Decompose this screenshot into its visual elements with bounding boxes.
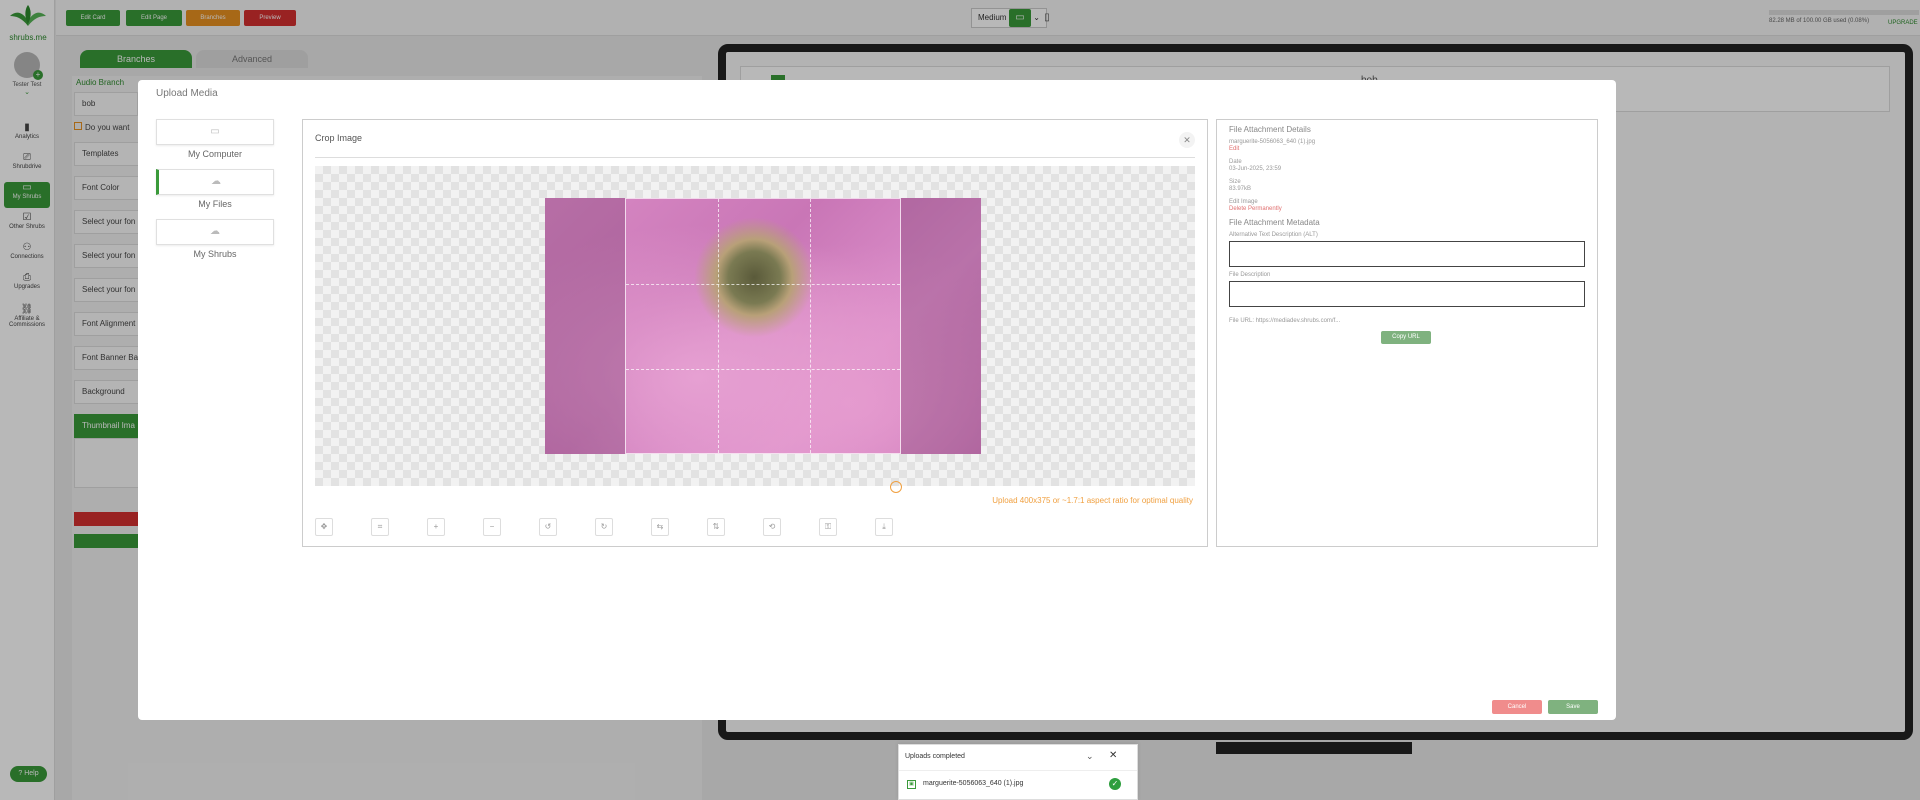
crop-shade-left [545, 198, 625, 454]
cancel-button[interactable]: Cancel [1492, 700, 1542, 714]
copy-url-button[interactable]: Copy URL [1381, 331, 1431, 344]
crop-guide-v2 [810, 199, 811, 453]
edit-link[interactable]: Edit [1229, 146, 1239, 152]
source-my-computer[interactable]: ▭ My Computer [156, 119, 274, 159]
cloud-icon: ☁ [156, 219, 274, 245]
source-label: My Computer [187, 149, 242, 159]
alt-text-field[interactable] [1229, 241, 1585, 267]
image-file-icon: ▣ [907, 780, 916, 789]
toast-header: Uploads completed ⌄ ✕ [899, 745, 1137, 771]
cloud-upload-icon: ☁ [156, 169, 274, 195]
crop-guide-h1 [626, 284, 900, 285]
crop-guide-h2 [626, 369, 900, 370]
crop-selection-box[interactable] [625, 198, 901, 454]
source-my-files[interactable]: ☁ My Files [156, 169, 274, 209]
delete-permanently-link[interactable]: Delete Permanently [1229, 206, 1282, 212]
toast-title: Uploads completed [905, 753, 965, 760]
close-icon[interactable]: ✕ [1179, 132, 1195, 148]
size-label: Size [1229, 179, 1241, 185]
close-icon[interactable]: ✕ [1109, 750, 1117, 761]
crop-canvas[interactable] [315, 166, 1195, 486]
quality-note: Upload 400x375 or ~1.7:1 aspect ratio fo… [992, 496, 1193, 505]
zoom-in-icon[interactable]: + [427, 518, 445, 536]
chevron-down-icon[interactable]: ⌄ [1086, 751, 1094, 762]
download-icon[interactable]: ⤓ [875, 518, 893, 536]
metadata-heading: File Attachment Metadata [1229, 218, 1320, 227]
alt-text-label: Alternative Text Description (ALT) [1229, 232, 1318, 238]
date-label: Date [1229, 159, 1242, 165]
flip-horizontal-icon[interactable]: ⇆ [651, 518, 669, 536]
source-label: My Shrubs [193, 249, 237, 259]
file-name: marguerite-5056063_640 (1).jpg [1229, 139, 1316, 145]
uploaded-file-name: marguerite-5056063_640 (1).jpg [923, 780, 1024, 787]
uploads-toast: Uploads completed ⌄ ✕ ▣ marguerite-50560… [898, 744, 1138, 800]
details-heading: File Attachment Details [1229, 125, 1311, 134]
check-circle-icon: ✓ [1109, 778, 1121, 790]
file-description-label: File Description [1229, 272, 1271, 278]
modal-title: Upload Media [156, 88, 218, 99]
monitor-icon: ▭ [156, 119, 274, 145]
move-icon[interactable]: ✥ [315, 518, 333, 536]
crop-title: Crop Image [315, 133, 363, 143]
file-url: File URL: https://mediadev.shrubs.com/f.… [1229, 318, 1341, 324]
rotate-right-icon[interactable]: ↻ [595, 518, 613, 536]
drag-handle[interactable] [890, 481, 902, 493]
source-label: My Files [198, 199, 232, 209]
file-details-panel: File Attachment Details marguerite-50560… [1216, 119, 1598, 547]
crop-icon[interactable]: ⌗ [371, 518, 389, 536]
date-value: 03-Jun-2025, 23:59 [1229, 166, 1282, 172]
lock-icon[interactable]: ⚿ [819, 518, 837, 536]
crop-guide-v1 [718, 199, 719, 453]
file-description-field[interactable] [1229, 281, 1585, 307]
divider [315, 157, 1195, 158]
source-my-shrubs[interactable]: ☁ My Shrubs [156, 219, 274, 259]
upload-media-modal: Upload Media ▭ My Computer ☁ My Files ☁ … [138, 80, 1616, 720]
flip-vertical-icon[interactable]: ⇅ [707, 518, 725, 536]
reset-icon[interactable]: ⟲ [763, 518, 781, 536]
size-value: 83.97kB [1229, 186, 1252, 192]
zoom-out-icon[interactable]: − [483, 518, 501, 536]
rotate-left-icon[interactable]: ↺ [539, 518, 557, 536]
edit-image-label: Edit Image [1229, 199, 1258, 205]
crop-image-panel: Crop Image ✕ Upload 400x375 or ~1.7:1 as… [302, 119, 1208, 547]
save-button[interactable]: Save [1548, 700, 1598, 714]
crop-shade-right [901, 198, 981, 454]
